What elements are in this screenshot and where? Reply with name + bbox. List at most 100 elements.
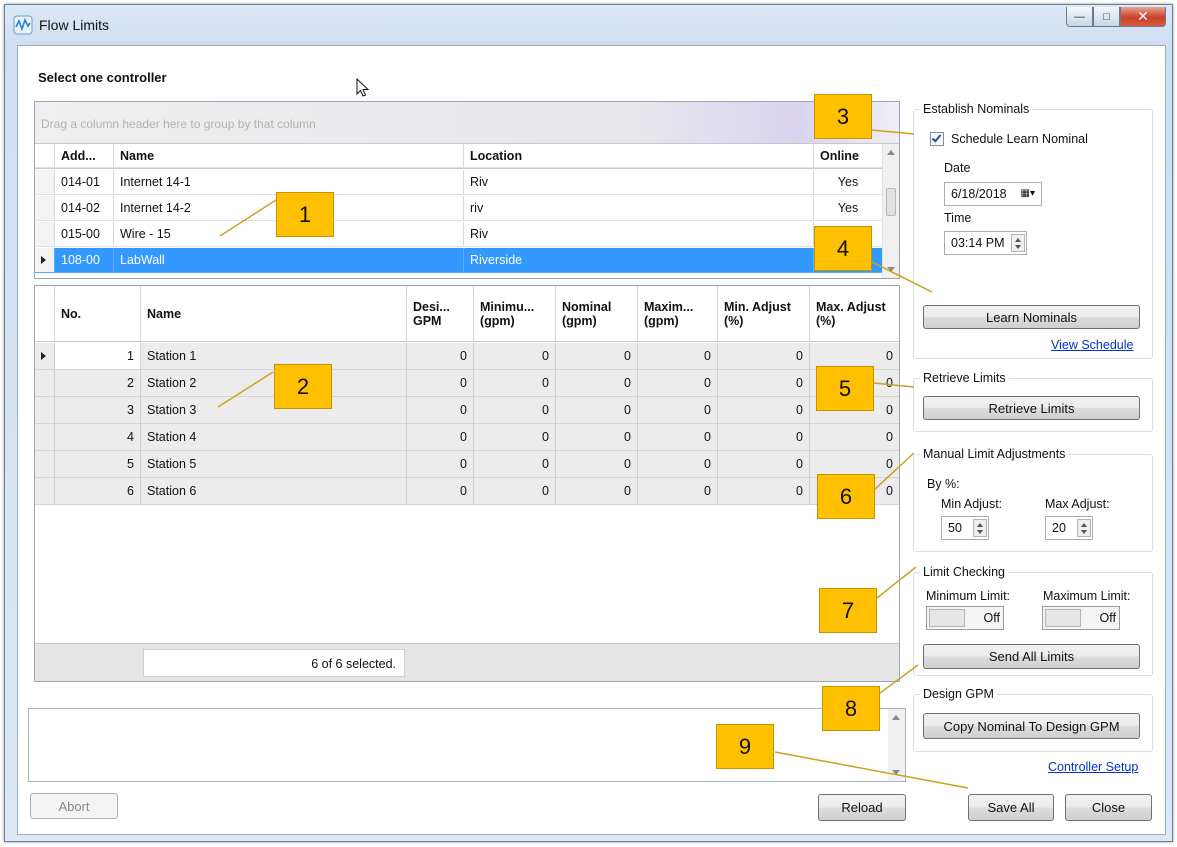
view-schedule-link[interactable]: View Schedule [1051, 338, 1133, 352]
controller-location: Riv [464, 170, 814, 195]
station-min-adjust: 0 [718, 370, 810, 397]
station-row[interactable]: 2 Station 2 0 0 0 0 0 0 [35, 370, 899, 397]
retrieve-limits-button[interactable]: Retrieve Limits [923, 396, 1140, 420]
station-row[interactable]: 1 Station 1 0 0 0 0 0 0 [35, 343, 899, 370]
station-minimum: 0 [474, 424, 556, 451]
learn-nominals-button[interactable]: Learn Nominals [923, 305, 1140, 329]
station-row[interactable]: 3 Station 3 0 0 0 0 0 0 [35, 397, 899, 424]
max-adjust-spinner-icon[interactable] [1077, 519, 1091, 537]
minimize-button[interactable]: — [1066, 7, 1093, 27]
flow-app-icon [13, 15, 33, 35]
station-name: Station 4 [141, 424, 407, 451]
window-title: Flow Limits [39, 17, 110, 33]
maximize-button[interactable]: □ [1093, 7, 1120, 27]
reload-button[interactable]: Reload [818, 794, 906, 821]
station-design-gpm: 0 [407, 451, 474, 478]
checkmark-icon [931, 132, 942, 143]
scroll-up-icon[interactable] [887, 150, 895, 155]
column-header-no[interactable]: No. [55, 286, 141, 341]
station-minimum: 0 [474, 343, 556, 370]
scroll-up-icon[interactable] [892, 715, 900, 720]
station-nominal: 0 [556, 343, 638, 370]
scroll-down-icon[interactable] [892, 770, 900, 775]
message-log-scrollbar[interactable] [888, 709, 905, 781]
controller-name: LabWall [114, 248, 464, 273]
selection-count: 6 of 6 selected. [143, 649, 405, 677]
minimum-limit-state: Off [983, 611, 1000, 625]
station-min-adjust: 0 [718, 343, 810, 370]
minimum-limit-toggle[interactable]: Off [926, 606, 1004, 630]
station-min-adjust: 0 [718, 451, 810, 478]
column-header-maximum[interactable]: Maxim... (gpm) [638, 286, 718, 341]
station-minimum: 0 [474, 397, 556, 424]
column-header-minimum[interactable]: Minimu... (gpm) [474, 286, 556, 341]
toggle-knob [929, 609, 965, 627]
column-header-online[interactable]: Online [814, 144, 883, 168]
limit-checking-title: Limit Checking [920, 565, 1008, 579]
scroll-thumb[interactable] [886, 188, 896, 216]
column-header-nominal[interactable]: Nominal (gpm) [556, 286, 638, 341]
station-minimum: 0 [474, 370, 556, 397]
row-indicator [35, 478, 55, 505]
callout-8: 8 [822, 686, 880, 731]
maximum-limit-label: Maximum Limit: [1043, 589, 1131, 603]
maximum-limit-toggle[interactable]: Off [1042, 606, 1120, 630]
maximize-icon: □ [1103, 10, 1110, 23]
station-row[interactable]: 6 Station 6 0 0 0 0 0 0 [35, 478, 899, 505]
station-maximum: 0 [638, 424, 718, 451]
controller-setup-link[interactable]: Controller Setup [1048, 760, 1138, 774]
min-adjust-input[interactable]: 50 [941, 516, 989, 540]
column-header-name[interactable]: Name [114, 144, 464, 168]
station-grid[interactable]: No. Name Desi... GPM Minimu... (gpm) Nom… [34, 285, 900, 682]
group-by-panel[interactable]: Drag a column header here to group by th… [35, 102, 899, 144]
callout-5: 5 [816, 366, 874, 411]
station-no: 6 [55, 478, 141, 505]
row-indicator [35, 343, 55, 370]
calendar-dropdown-icon[interactable]: ▦▾ [1021, 188, 1035, 199]
save-all-button[interactable]: Save All [968, 794, 1054, 821]
max-adjust-input[interactable]: 20 [1045, 516, 1093, 540]
controller-grid-scrollbar[interactable] [882, 144, 899, 278]
close-button[interactable]: Close [1065, 794, 1152, 821]
station-maximum: 0 [638, 397, 718, 424]
controller-row[interactable]: 014-02 Internet 14-2 riv Yes [35, 196, 883, 221]
time-picker[interactable]: 03:14 PM [944, 231, 1027, 255]
date-picker[interactable]: 6/18/2018 ▦▾ [944, 182, 1042, 206]
controller-row[interactable]: 014-01 Internet 14-1 Riv Yes [35, 170, 883, 195]
column-header-min-adjust[interactable]: Min. Adjust (%) [718, 286, 810, 341]
callout-9: 9 [716, 724, 774, 769]
row-indicator [35, 451, 55, 478]
row-indicator-header [35, 144, 55, 168]
column-header-max-adjust[interactable]: Max. Adjust (%) [810, 286, 899, 341]
flow-limits-window: Flow Limits — □ ✕ Select one controller … [4, 4, 1173, 842]
callout-1: 1 [276, 192, 334, 237]
controller-row-selected[interactable]: 108-00 LabWall Riverside [35, 248, 883, 273]
controller-location: Riv [464, 222, 814, 247]
message-log[interactable] [28, 708, 906, 782]
station-nominal: 0 [556, 397, 638, 424]
column-header-name[interactable]: Name [141, 286, 407, 341]
station-no: 1 [55, 343, 141, 370]
close-window-button[interactable]: ✕ [1120, 7, 1166, 27]
min-adjust-spinner-icon[interactable] [973, 519, 987, 537]
column-header-address[interactable]: Add... [55, 144, 114, 168]
station-row[interactable]: 4 Station 4 0 0 0 0 0 0 [35, 424, 899, 451]
controller-row[interactable]: 015-00 Wire - 15 Riv [35, 222, 883, 247]
controller-grid[interactable]: Drag a column header here to group by th… [34, 101, 900, 279]
copy-nominal-button[interactable]: Copy Nominal To Design GPM [923, 713, 1140, 739]
scroll-down-icon[interactable] [887, 267, 895, 272]
station-min-adjust: 0 [718, 397, 810, 424]
controller-online: Yes [814, 170, 883, 195]
abort-button[interactable]: Abort [30, 793, 118, 819]
station-grid-header: No. Name Desi... GPM Minimu... (gpm) Nom… [35, 286, 899, 342]
time-value: 03:14 PM [951, 236, 1005, 250]
schedule-learn-label: Schedule Learn Nominal [951, 132, 1088, 146]
row-indicator-header [35, 286, 55, 341]
station-row[interactable]: 5 Station 5 0 0 0 0 0 0 [35, 451, 899, 478]
schedule-learn-checkbox[interactable] [930, 132, 944, 146]
column-header-design-gpm[interactable]: Desi... GPM [407, 286, 474, 341]
manual-limit-adjustments-title: Manual Limit Adjustments [920, 447, 1069, 461]
column-header-location[interactable]: Location [464, 144, 814, 168]
send-all-limits-button[interactable]: Send All Limits [923, 644, 1140, 669]
time-spinner-icon[interactable] [1011, 234, 1025, 252]
